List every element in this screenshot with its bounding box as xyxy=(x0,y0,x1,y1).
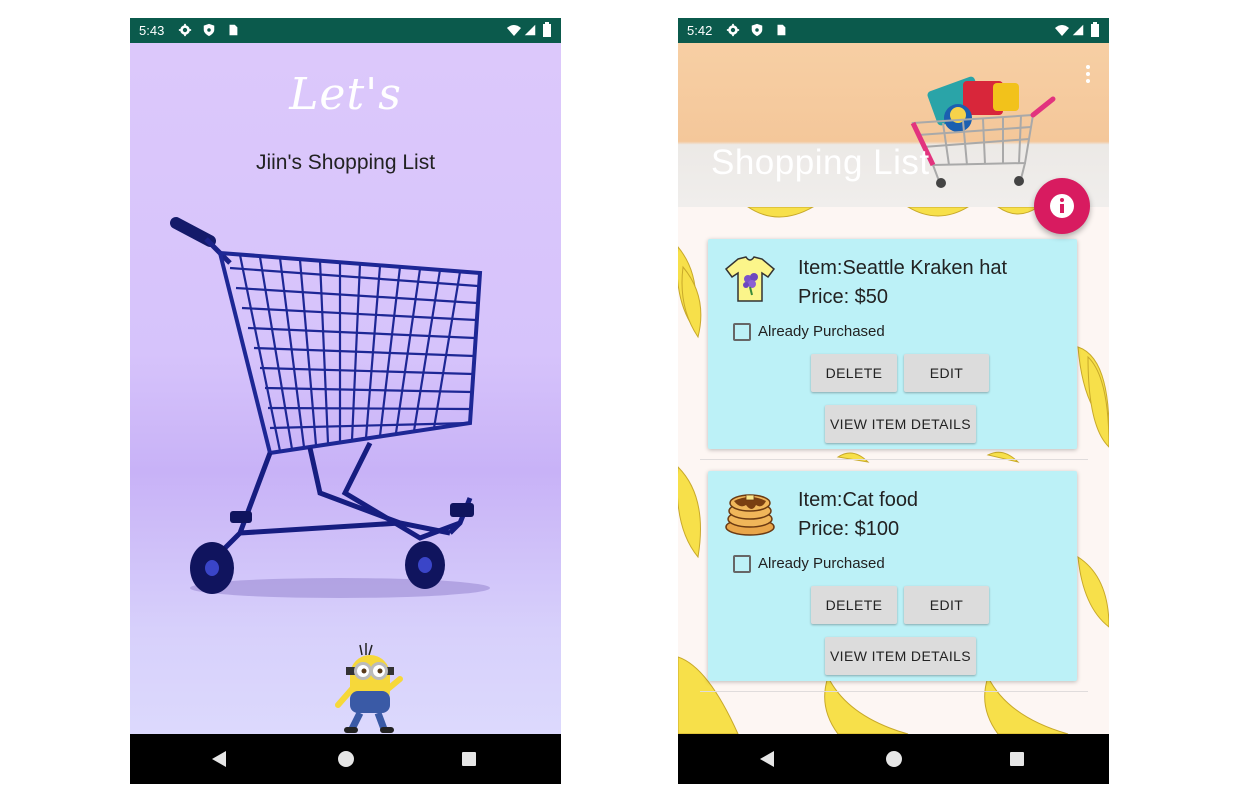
lets-text: Let's xyxy=(289,69,402,120)
tshirt-icon xyxy=(724,256,776,302)
list-divider xyxy=(700,691,1088,692)
wifi-icon xyxy=(507,25,521,36)
info-fab-button[interactable] xyxy=(1034,178,1090,234)
collapsing-toolbar: Shopping List xyxy=(678,43,1109,207)
navigation-bar xyxy=(678,734,1109,784)
navigation-bar xyxy=(130,734,561,784)
item-name: Item:Seattle Kraken hat xyxy=(798,257,1008,279)
minion-image xyxy=(335,643,403,733)
home-icon[interactable] xyxy=(338,751,354,767)
status-time: 5:42 xyxy=(687,23,713,38)
app-title: Jiin's Shopping List xyxy=(255,151,436,174)
signal-icon xyxy=(1072,24,1084,36)
status-bar: 5:42 xyxy=(678,18,1109,43)
item-price: Price: $50 xyxy=(798,286,889,308)
status-bar: 5:43 xyxy=(130,18,561,43)
splash-screen: 5:43 Let's Jiin's Shopping List xyxy=(130,18,561,784)
sim-card-icon xyxy=(777,24,786,36)
home-icon[interactable] xyxy=(886,751,902,767)
purchased-label: Already Purchased xyxy=(758,323,885,340)
edit-button[interactable]: EDIT xyxy=(904,354,989,392)
settings-icon xyxy=(726,23,740,37)
shield-icon xyxy=(203,23,215,37)
wifi-icon xyxy=(1055,25,1069,36)
purchased-checkbox[interactable] xyxy=(733,323,751,341)
shopping-cart-image xyxy=(170,217,490,598)
list-divider xyxy=(700,459,1088,460)
shield-icon xyxy=(751,23,763,37)
status-time: 5:43 xyxy=(139,23,165,38)
back-icon[interactable] xyxy=(212,751,226,767)
item-name: Item:Cat food xyxy=(798,489,919,511)
sim-card-icon xyxy=(229,24,238,36)
signal-icon xyxy=(524,24,536,36)
view-item-details-button[interactable]: VIEW ITEM DETAILS xyxy=(825,405,976,443)
delete-button[interactable]: DELETE xyxy=(811,354,897,392)
purchased-checkbox[interactable] xyxy=(733,555,751,573)
edit-button[interactable]: EDIT xyxy=(904,586,989,624)
settings-icon xyxy=(178,23,192,37)
view-item-details-button[interactable]: VIEW ITEM DETAILS xyxy=(825,637,976,675)
pancakes-icon xyxy=(725,494,775,536)
recent-apps-icon[interactable] xyxy=(462,752,476,766)
delete-button[interactable]: DELETE xyxy=(811,586,897,624)
info-icon xyxy=(1050,194,1074,218)
battery-icon xyxy=(1091,22,1099,37)
recent-apps-icon[interactable] xyxy=(1010,752,1024,766)
purchased-label: Already Purchased xyxy=(758,555,885,572)
splash-background: Let's Jiin's Shopping List xyxy=(130,43,561,734)
item-price: Price: $100 xyxy=(798,518,900,540)
list-item: Item:Seattle Kraken hat Price: $50 Alrea… xyxy=(708,239,1077,449)
list-item: Item:Cat food Price: $100 Already Purcha… xyxy=(708,471,1077,681)
back-icon[interactable] xyxy=(760,751,774,767)
toolbar-title: Shopping List xyxy=(711,143,930,182)
shopping-list-screen: 5:42 Shopping List Item:Seattle Kraken h… xyxy=(678,18,1109,784)
battery-icon xyxy=(543,22,551,37)
overflow-menu-icon[interactable] xyxy=(1085,65,1091,85)
